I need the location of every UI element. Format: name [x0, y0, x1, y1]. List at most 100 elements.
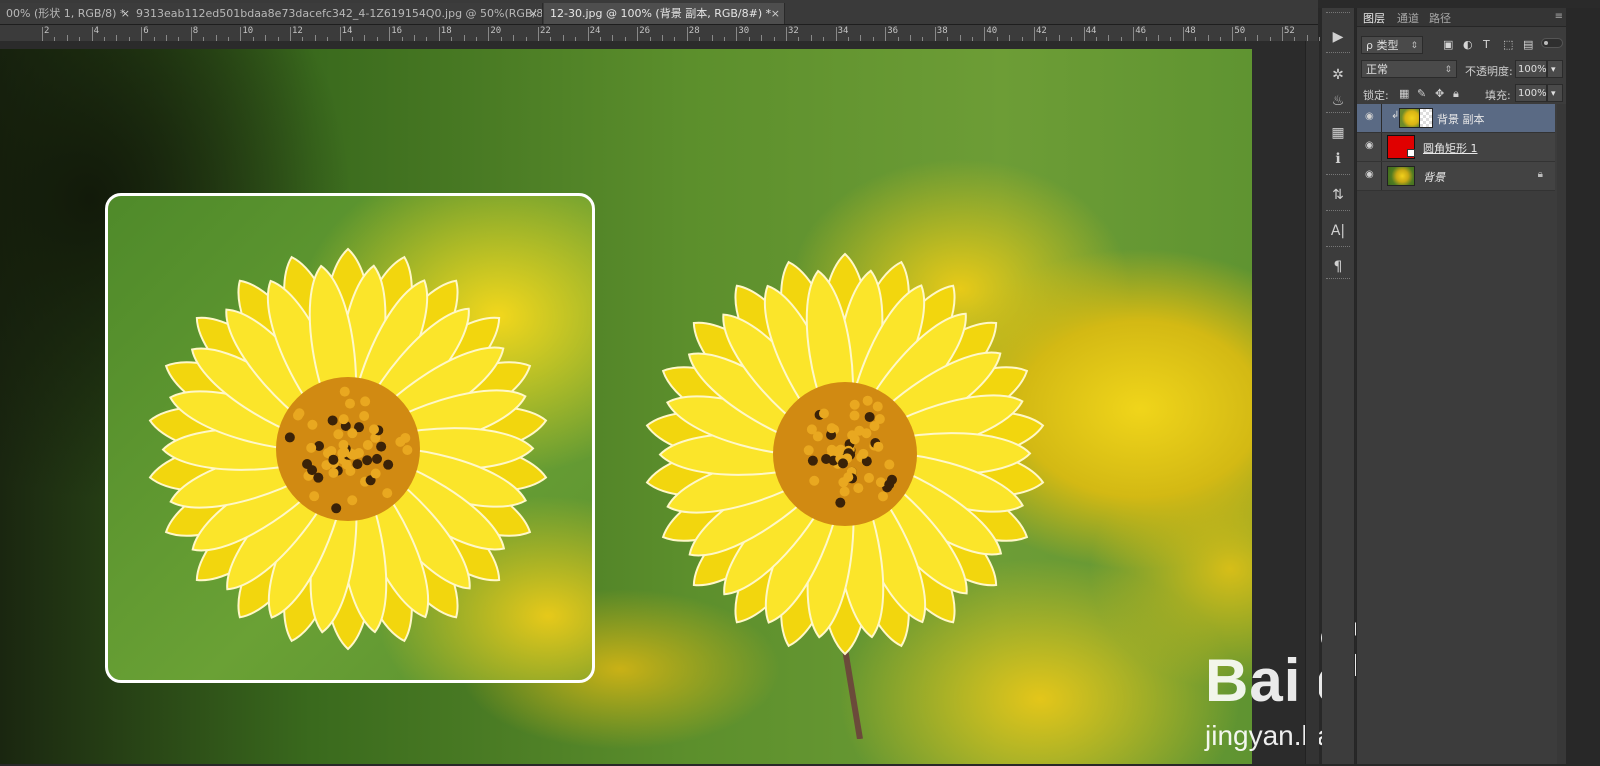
fill-dropdown[interactable]: ▾ [1547, 84, 1563, 102]
flower-stamen [369, 424, 379, 434]
character-icon[interactable]: A| [1326, 220, 1350, 242]
ruler-major-tick [191, 27, 192, 41]
layers-panel: 图层 通道 路径 ≡ ρ 类型 ⇕ ▣ ◐ T ⬚ ▤ 正常 ⇕ 不透明度: 100… [1356, 8, 1567, 764]
paragraph-icon[interactable]: ¶ [1326, 256, 1350, 278]
flower-stamen [360, 396, 370, 406]
panel-group-grip[interactable] [1326, 246, 1350, 249]
ruler-label: 48 [1185, 26, 1196, 36]
adjustments-icon[interactable]: ▦ [1326, 122, 1350, 144]
horizontal-ruler[interactable]: 2 4 6 8 10 12 14 16 18 20 22 24 26 28 30 32 34 36 38 40 42 44… [0, 25, 1318, 42]
canvas-vertical-scrollbar[interactable] [1305, 41, 1319, 764]
clone-source-icon[interactable]: ♨ [1326, 90, 1350, 112]
blend-mode-select[interactable]: 正常 ⇕ [1361, 60, 1457, 78]
document-tab-1[interactable]: 00% (形状 1, RGB/8) * × [0, 3, 135, 24]
panel-group-grip[interactable] [1326, 52, 1350, 55]
opacity-dropdown[interactable]: ▾ [1547, 60, 1563, 78]
flower-stamen [372, 454, 382, 464]
ruler-label: 22 [540, 26, 551, 36]
visibility-eye-icon[interactable]: ◉ [1365, 112, 1377, 122]
rounded-rectangle-clip [105, 193, 595, 683]
panel-group-grip[interactable] [1326, 12, 1350, 15]
flower-stamen [863, 396, 873, 406]
ruler-major-tick [389, 27, 390, 41]
close-icon[interactable]: × [771, 3, 780, 24]
document-tab-2[interactable]: 9313eab112ed501bdaa8e73dacefc342_4-1Z619… [130, 3, 543, 24]
ruler-major-tick [588, 27, 589, 41]
tab-label: 9313eab112ed501bdaa8e73dacefc342_4-1Z619… [136, 7, 543, 20]
ruler-label: 46 [1135, 26, 1146, 36]
tab-paths[interactable]: 路径 [1429, 10, 1451, 26]
play-icon[interactable]: ▶ [1326, 26, 1350, 48]
ruler-label: 8 [193, 26, 198, 36]
flower-stamen [306, 443, 316, 453]
canvas-image[interactable] [0, 49, 1252, 764]
vector-mask-icon [1407, 149, 1415, 157]
layer-name: 背景 [1423, 169, 1445, 185]
filter-shape-icon[interactable]: ⬚ [1503, 38, 1513, 51]
layer-comps-icon[interactable]: ⇅ [1326, 184, 1350, 206]
flower-image-clipped [138, 234, 568, 674]
ruler-label: 26 [639, 26, 650, 36]
lock-label: 锁定: [1363, 87, 1389, 103]
ruler-label: 14 [342, 26, 353, 36]
filter-toggle[interactable] [1541, 38, 1563, 48]
info-icon[interactable]: ℹ [1326, 148, 1350, 170]
panel-group-grip[interactable] [1326, 174, 1350, 177]
layer-filter-value: ρ 类型 [1366, 39, 1398, 52]
ruler-major-tick [637, 27, 638, 41]
flower-stamen [363, 440, 373, 450]
lock-all-icon[interactable]: 🔒︎ [1453, 87, 1459, 101]
lock-icon: 🔒︎ [1538, 169, 1543, 180]
ruler-label: 18 [441, 26, 452, 36]
ruler-label: 28 [689, 26, 700, 36]
tab-channels[interactable]: 通道 [1397, 10, 1419, 26]
blend-mode-value: 正常 [1366, 63, 1388, 76]
panel-group-grip[interactable] [1326, 210, 1350, 213]
fill-input[interactable]: 100% [1515, 84, 1547, 102]
ruler-label: 50 [1234, 26, 1245, 36]
flower-stamen [865, 412, 875, 422]
flower-stamen [309, 491, 319, 501]
panel-group-grip[interactable] [1326, 278, 1350, 281]
lock-position-icon[interactable]: ✥ [1435, 87, 1444, 100]
lock-transparent-icon[interactable]: ▦ [1399, 87, 1409, 100]
brush-settings-icon[interactable]: ✲ [1326, 64, 1350, 86]
ruler-major-tick [1034, 27, 1035, 41]
panel-dock-header [1318, 0, 1600, 8]
visibility-eye-icon[interactable]: ◉ [1365, 141, 1377, 151]
chevron-down-icon: ▾ [1551, 89, 1556, 99]
filter-adjustment-icon[interactable]: ◐ [1463, 38, 1473, 51]
flower-stamen [338, 440, 348, 450]
close-icon[interactable]: × [121, 3, 130, 24]
flower-stamen [402, 445, 412, 455]
ruler-major-tick [687, 27, 688, 41]
layer-row-background-copy[interactable]: ◉ ↲ 背景 副本 [1357, 104, 1555, 133]
ruler-major-tick [786, 27, 787, 41]
canvas-workspace[interactable]: Baidu 经验 jingyan.baidu.com [0, 41, 1318, 764]
flower-stamen [858, 449, 868, 459]
flower-stamen [293, 410, 303, 420]
panel-menu-icon[interactable]: ≡ [1555, 11, 1563, 22]
layer-row-rounded-rect[interactable]: ◉ 圆角矩形 1 [1357, 133, 1555, 162]
tab-layers[interactable]: 图层 [1363, 10, 1385, 26]
layer-row-background[interactable]: ◉ 背景 🔒︎ [1357, 162, 1555, 191]
filter-pixel-icon[interactable]: ▣ [1443, 38, 1453, 51]
layer-filter-select[interactable]: ρ 类型 ⇕ [1361, 36, 1423, 54]
filter-smart-object-icon[interactable]: ▤ [1523, 38, 1533, 51]
ruler-label: 32 [788, 26, 799, 36]
lock-image-icon[interactable]: ✎ [1417, 87, 1426, 100]
document-tab-3[interactable]: 12-30.jpg @ 100% (背景 副本, RGB/8#) * × [544, 3, 785, 24]
close-icon[interactable]: × [529, 3, 538, 24]
panel-group-grip[interactable] [1326, 112, 1350, 115]
filter-type-icon[interactable]: T [1483, 38, 1490, 51]
flower-stamen [864, 473, 874, 483]
chevron-updown-icon: ⇕ [1444, 61, 1452, 79]
flower-stamen [873, 402, 883, 412]
flower-stamen [884, 460, 894, 470]
flower-stamen [835, 498, 845, 508]
ruler-major-tick [1084, 27, 1085, 41]
flower-stamen [371, 469, 381, 479]
flower-stamen [804, 445, 814, 455]
visibility-eye-icon[interactable]: ◉ [1365, 170, 1377, 180]
opacity-input[interactable]: 100% [1515, 60, 1547, 78]
